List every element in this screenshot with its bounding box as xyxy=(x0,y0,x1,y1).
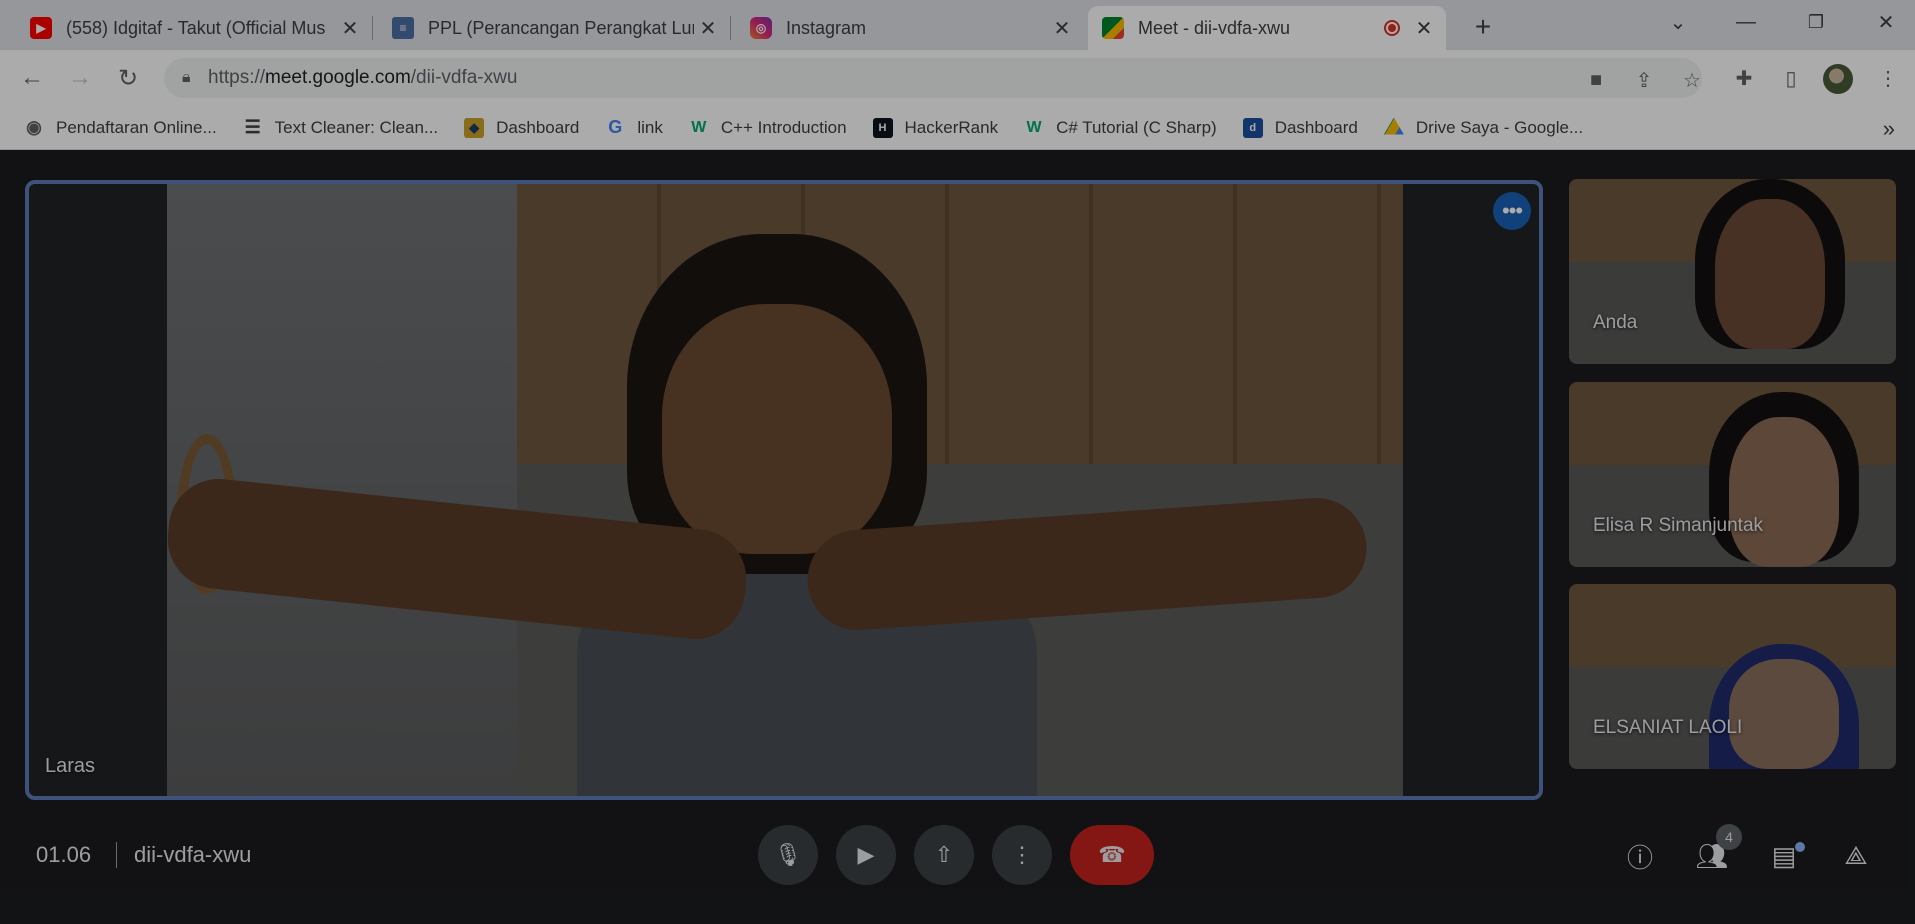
tab-divider xyxy=(730,16,731,40)
main-video-feed xyxy=(162,184,1403,796)
tab-title: Meet - dii-vdfa-xwu xyxy=(1138,17,1291,38)
new-tab-button[interactable]: + xyxy=(1466,10,1500,44)
youtube-icon: ▶ xyxy=(30,17,52,39)
tab-instagram[interactable]: ◎ Instagram ✕ xyxy=(736,6,1084,50)
browser-toolbar: ← → ↻ 🔒︎ https://meet.google.com/dii-vdf… xyxy=(0,50,1915,106)
bookmarks-overflow-button[interactable]: » xyxy=(1883,116,1895,142)
instagram-icon: ◎ xyxy=(750,17,772,39)
meeting-code: dii-vdfa-xwu xyxy=(134,842,252,867)
star-icon[interactable]: ☆ xyxy=(1680,68,1704,92)
divider xyxy=(116,842,117,868)
globe-icon: ◉ xyxy=(26,117,42,137)
participant-tile[interactable]: Anda xyxy=(1569,179,1896,364)
tab-meet[interactable]: Meet - dii-vdfa-xwu ✕ xyxy=(1088,6,1446,50)
close-icon[interactable]: ✕ xyxy=(336,14,364,42)
tab-title: Instagram xyxy=(786,17,867,38)
bookmarks-bar: ◉ Pendaftaran Online... ☰ Text Cleaner: Cl… xyxy=(0,106,1915,150)
url-text: https://meet.google.com/dii-vdfa-xwu xyxy=(208,67,518,88)
tab-strip: ▶ (558) Idgitaf - Takut (Official Mus ✕ … xyxy=(0,0,1915,50)
reload-button[interactable]: ↻ xyxy=(110,60,146,96)
bookmark-item[interactable]: Drive Saya - Google... xyxy=(1383,117,1583,138)
more-options-button[interactable]: ⋮ xyxy=(992,825,1052,885)
drive-icon xyxy=(1383,117,1404,135)
participant-name: Elisa R Simanjuntak xyxy=(1593,515,1764,536)
tab-divider xyxy=(372,16,373,40)
kebab-menu-icon[interactable]: ⋮ xyxy=(1874,64,1902,92)
close-window-button[interactable]: ✕ xyxy=(1866,8,1906,36)
kebab-icon: ⋮ xyxy=(1011,842,1033,867)
activities-icon[interactable]: ⟁ xyxy=(1838,838,1874,874)
bookmark-item[interactable]: H HackerRank xyxy=(872,117,998,138)
close-icon[interactable]: ✕ xyxy=(1410,14,1438,42)
w3schools-icon: W xyxy=(691,118,707,136)
profile-avatar[interactable] xyxy=(1823,64,1853,94)
docs-icon: ≡ xyxy=(392,17,414,39)
bookmark-item[interactable]: Glink xyxy=(605,117,663,138)
video-camera-icon: ▶︎ xyxy=(857,842,875,867)
leave-call-button[interactable]: ☎︎ xyxy=(1070,825,1154,885)
bookmark-item[interactable]: ◉ Pendaftaran Online... xyxy=(24,117,217,138)
participant-tile[interactable]: Elisa R Simanjuntak xyxy=(1569,382,1896,567)
dashboard-icon: ◆ xyxy=(464,117,485,138)
close-icon[interactable]: ✕ xyxy=(1048,14,1076,42)
participant-name: Anda xyxy=(1593,312,1638,333)
present-icon: ⇧ xyxy=(934,842,954,867)
participant-name: Laras xyxy=(45,755,96,777)
microphone-button[interactable]: 🎙︎ xyxy=(758,825,818,885)
participant-name: ELSANIAT LAOLI xyxy=(1593,717,1743,738)
meet-area: ••• Laras Anda Elisa R Simanjuntak ELSAN… xyxy=(0,150,1915,924)
tab-title: PPL (Perancangan Perangkat Lun xyxy=(428,17,694,38)
bookmark-item[interactable]: W C++ Introduction xyxy=(689,118,846,138)
google-icon: G xyxy=(608,117,623,137)
w3schools-icon: W xyxy=(1026,118,1042,136)
camera-icon[interactable]: ■ xyxy=(1584,68,1608,92)
participant-count-badge: 4 xyxy=(1716,824,1742,850)
minimize-button[interactable]: — xyxy=(1726,8,1766,36)
browser-window: ▶ (558) Idgitaf - Takut (Official Mus ✕ … xyxy=(0,0,1915,924)
close-icon[interactable]: ✕ xyxy=(694,14,722,42)
participant-video-person xyxy=(162,473,1403,645)
tile-options-button[interactable]: ••• xyxy=(1493,192,1531,230)
back-button[interactable]: ← xyxy=(14,60,50,96)
extensions-icon[interactable]: ✚ xyxy=(1730,64,1758,92)
forward-button[interactable]: → xyxy=(62,60,98,96)
main-video-tile[interactable]: ••• Laras xyxy=(25,180,1543,800)
hangup-icon: ☎︎ xyxy=(1098,842,1126,867)
recording-icon xyxy=(1384,20,1400,36)
side-panel-icon[interactable]: ▯ xyxy=(1777,64,1805,92)
tab-youtube[interactable]: ▶ (558) Idgitaf - Takut (Official Mus ✕ xyxy=(16,6,372,50)
bookmark-item[interactable]: W C# Tutorial (C Sharp) xyxy=(1024,118,1217,138)
lines-icon: ☰ xyxy=(244,117,261,137)
present-screen-button[interactable]: ⇧ xyxy=(914,825,974,885)
microphone-icon: 🎙︎ xyxy=(774,842,802,867)
meeting-time: 01.06 xyxy=(36,842,92,867)
unread-indicator xyxy=(1795,842,1805,852)
del-icon: d xyxy=(1242,117,1263,138)
share-icon[interactable]: ⇪ xyxy=(1632,68,1656,92)
participant-tile[interactable]: ELSANIAT LAOLI xyxy=(1569,584,1896,769)
tab-title: (558) Idgitaf - Takut (Official Mus xyxy=(66,17,326,38)
hackerrank-icon: H xyxy=(872,117,893,138)
restore-button[interactable]: ❐ xyxy=(1796,8,1836,36)
tab-search-icon[interactable]: ⌄ xyxy=(1658,8,1698,36)
meet-icon xyxy=(1102,17,1124,39)
address-bar[interactable]: 🔒︎ https://meet.google.com/dii-vdfa-xwu … xyxy=(164,58,1702,98)
tab-docs[interactable]: ≡ PPL (Perancangan Perangkat Lun ✕ xyxy=(378,6,730,50)
meeting-info-icon[interactable]: ⓘ xyxy=(1622,838,1658,874)
bookmark-item[interactable]: d Dashboard xyxy=(1242,117,1358,138)
bookmark-item[interactable]: ◆ Dashboard xyxy=(464,117,579,138)
camera-button[interactable]: ▶︎ xyxy=(836,825,896,885)
bookmark-item[interactable]: ☰ Text Cleaner: Clean... xyxy=(243,117,439,138)
meet-control-bar: 01.06 dii-vdfa-xwu 🎙︎ ▶︎ ⇧ ⋮ ☎︎ ⓘ 👥︎ 4 ▤… xyxy=(0,800,1915,924)
lock-icon[interactable]: 🔒︎ xyxy=(182,69,196,87)
